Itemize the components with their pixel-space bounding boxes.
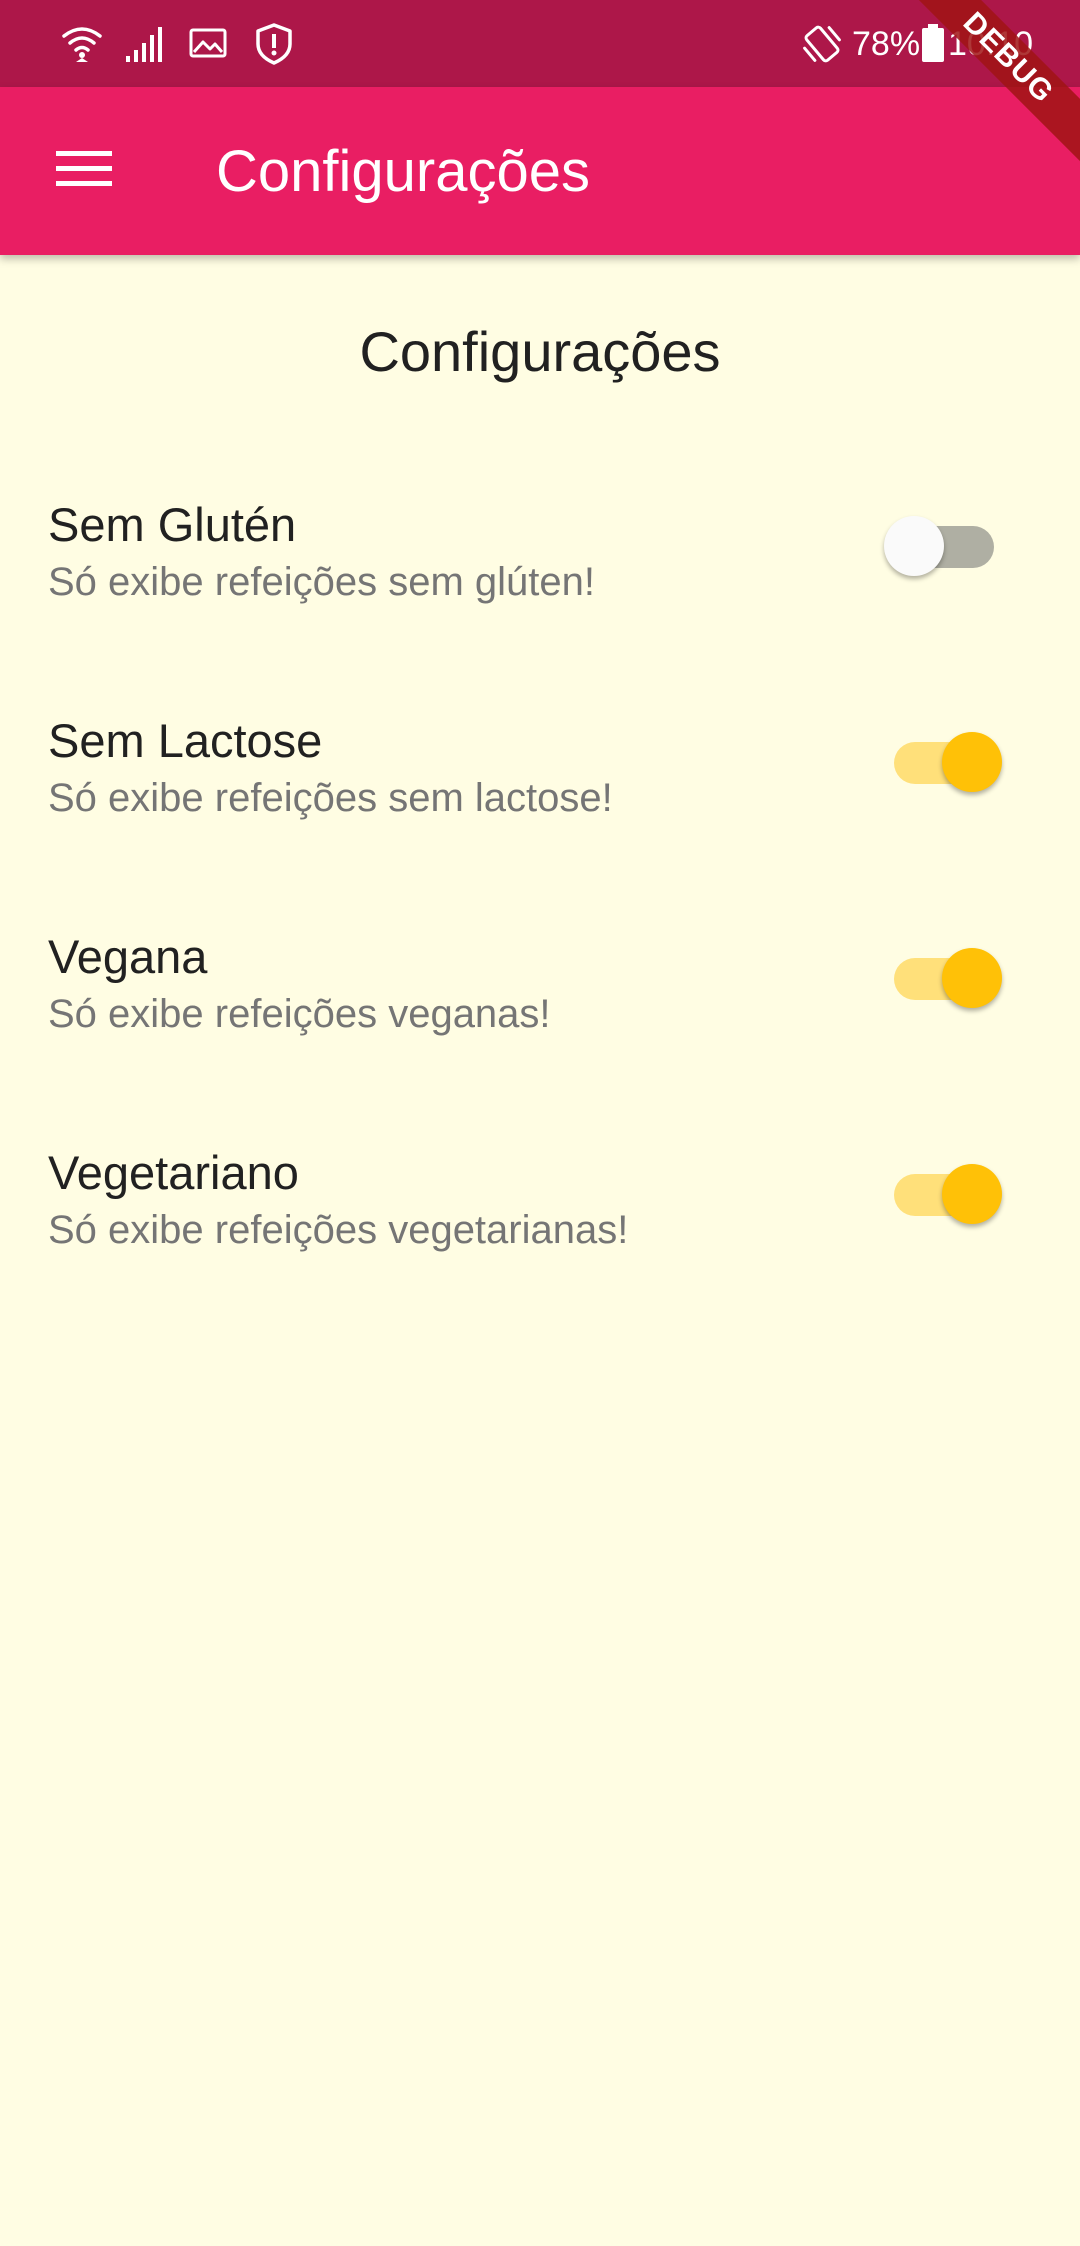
vibrate-icon — [798, 20, 846, 68]
setting-title: Sem Lactose — [48, 714, 323, 767]
setting-title: Sem Glutén — [48, 498, 297, 551]
app-bar: Configurações — [0, 87, 1080, 255]
image-icon — [184, 20, 232, 68]
setting-vegetarian[interactable]: Vegetariano Só exibe refeições vegetaria… — [0, 1144, 1080, 1324]
setting-lactose-free[interactable]: Sem Lactose Só exibe refeições sem lacto… — [0, 712, 1080, 892]
app-bar-title: Configurações — [216, 139, 590, 204]
switch-thumb — [942, 1164, 1002, 1224]
setting-subtitle: Só exibe refeições sem lactose! — [48, 776, 613, 820]
setting-subtitle: Só exibe refeições sem glúten! — [48, 560, 595, 604]
vegetarian-switch[interactable] — [880, 1154, 1006, 1234]
lactose-free-switch[interactable] — [880, 722, 1006, 802]
battery-percentage: 78% — [852, 25, 921, 63]
status-bar: 78% 10:10 — [0, 0, 1080, 87]
battery-icon — [918, 20, 948, 68]
setting-vegan[interactable]: Vegana Só exibe refeições veganas! — [0, 928, 1080, 1108]
setting-title: Vegana — [48, 930, 208, 983]
switch-thumb — [942, 732, 1002, 792]
setting-title: Vegetariano — [48, 1146, 299, 1199]
signal-icon — [120, 20, 168, 68]
switch-thumb — [942, 948, 1002, 1008]
setting-subtitle: Só exibe refeições veganas! — [48, 992, 551, 1036]
page-title: Configurações — [359, 320, 721, 383]
switch-thumb — [884, 516, 944, 576]
setting-subtitle: Só exibe refeições vegetarianas! — [48, 1208, 629, 1252]
setting-gluten-free[interactable]: Sem Glutén Só exibe refeições sem glúten… — [0, 496, 1080, 676]
gluten-free-switch[interactable] — [880, 506, 1006, 586]
clock: 10:10 — [948, 25, 1034, 63]
menu-button[interactable] — [36, 123, 132, 219]
vegan-switch[interactable] — [880, 938, 1006, 1018]
wifi-icon — [58, 20, 106, 68]
shield-icon — [250, 20, 298, 68]
menu-icon — [56, 149, 112, 194]
